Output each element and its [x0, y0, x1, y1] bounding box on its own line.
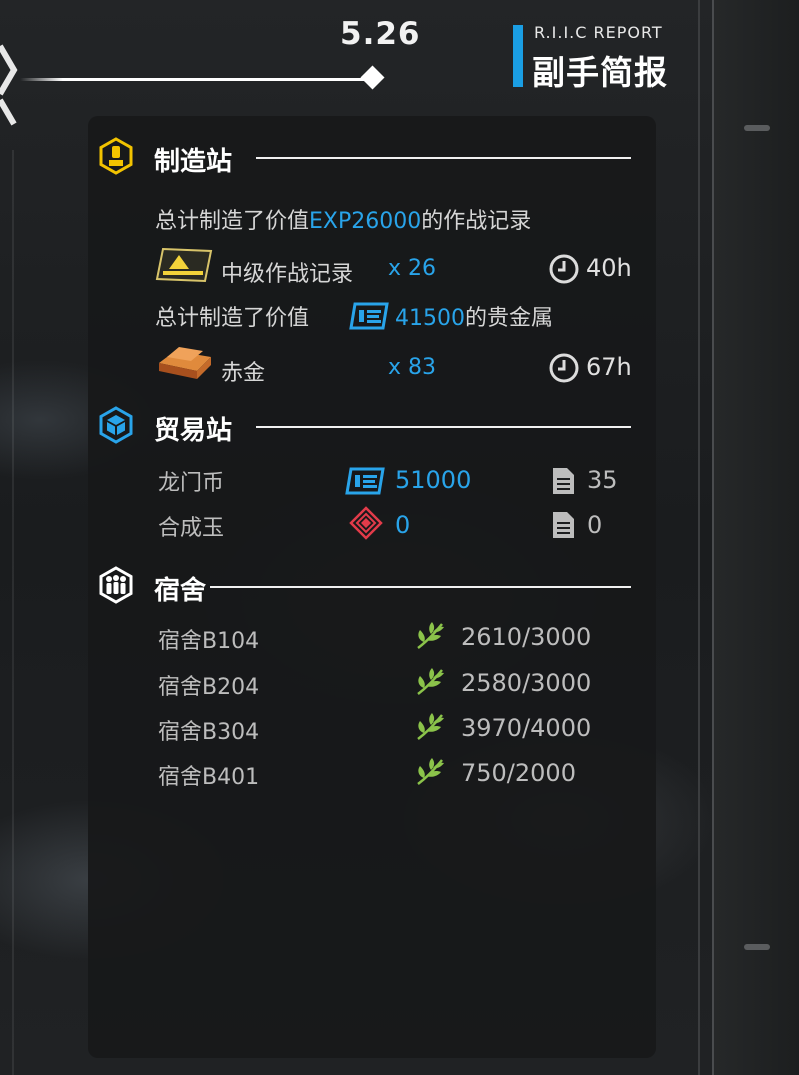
leaf-icon [417, 668, 444, 695]
date-underline [20, 78, 376, 81]
gold-bar-icon [159, 347, 211, 379]
trade-value-lmd: 51000 [395, 466, 472, 494]
dorm-name: 宿舍B304 [158, 720, 260, 745]
panel-notch-top [744, 125, 770, 131]
item-time-battle-record: 40h [586, 254, 632, 282]
leaf-icon [417, 622, 444, 649]
dorm-ambience: 3970/4000 [461, 714, 592, 742]
manufacturing-divider [256, 157, 631, 159]
item-count-gold: x 83 [388, 355, 437, 380]
summary-exp-value: EXP26000 [309, 209, 422, 234]
trade-orders-orundum: 0 [587, 511, 603, 539]
manufacturing-summary-exp: 总计制造了价值EXP26000的作战记录 [155, 203, 531, 235]
manufacturing-summary-gold-value: 41500的贵金属 [395, 300, 553, 332]
item-name-battle-record: 中级作战记录 [221, 262, 354, 287]
summary-prefix: 总计制造了价值 [155, 209, 310, 234]
lmd-icon [349, 302, 389, 330]
item-name-gold: 赤金 [221, 361, 266, 386]
trade-name-orundum: 合成玉 [158, 516, 225, 541]
trading-title: 贸易站 [154, 416, 233, 446]
dorm-name: 宿舍B204 [158, 675, 260, 700]
summary2-prefix: 总计制造了价值 [155, 306, 310, 331]
right-frame-line [698, 0, 700, 1075]
summary-suffix: 的作战记录 [421, 209, 532, 234]
dormitory-divider [210, 586, 631, 588]
document-icon [553, 512, 574, 538]
dorm-name: 宿舍B401 [158, 765, 260, 790]
summary2-suffix: 的贵金属 [465, 306, 554, 331]
right-side-panel [712, 0, 799, 1075]
lmd-icon [345, 467, 385, 495]
leaf-icon [417, 713, 444, 740]
report-subtitle: R.I.I.C REPORT [534, 23, 663, 42]
clock-icon [549, 254, 579, 284]
left-rail [12, 150, 14, 1075]
item-count-battle-record: x 26 [388, 256, 437, 281]
document-icon [553, 468, 574, 494]
panel-notch-bottom [744, 944, 770, 950]
leaf-icon [417, 758, 444, 785]
dorm-ambience: 2610/3000 [461, 623, 592, 651]
dorm-ambience: 750/2000 [461, 759, 576, 787]
dormitory-icon [99, 566, 133, 604]
dorm-ambience: 2580/3000 [461, 669, 592, 697]
trading-post-icon [99, 406, 133, 444]
dorm-name: 宿舍B104 [158, 629, 260, 654]
left-bracket-decoration [0, 44, 18, 126]
manufacturing-summary-gold: 总计制造了价值 [155, 300, 309, 332]
report-title: 副手简报 [532, 53, 668, 92]
clock-icon [549, 353, 579, 383]
trade-orders-lmd: 35 [587, 466, 618, 494]
battle-record-icon [155, 247, 213, 283]
trade-value-orundum: 0 [395, 511, 411, 539]
dormitory-title: 宿舍 [154, 576, 207, 606]
report-accent-bar [513, 25, 523, 87]
manufacturing-title: 制造站 [154, 147, 233, 177]
item-time-gold: 67h [586, 353, 632, 381]
trade-name-lmd: 龙门币 [158, 471, 225, 496]
summary2-value: 41500 [395, 306, 465, 331]
manufacturing-station-icon [99, 137, 133, 175]
report-date: 5.26 [340, 16, 421, 52]
trading-divider [256, 426, 631, 428]
orundum-icon [349, 506, 383, 540]
